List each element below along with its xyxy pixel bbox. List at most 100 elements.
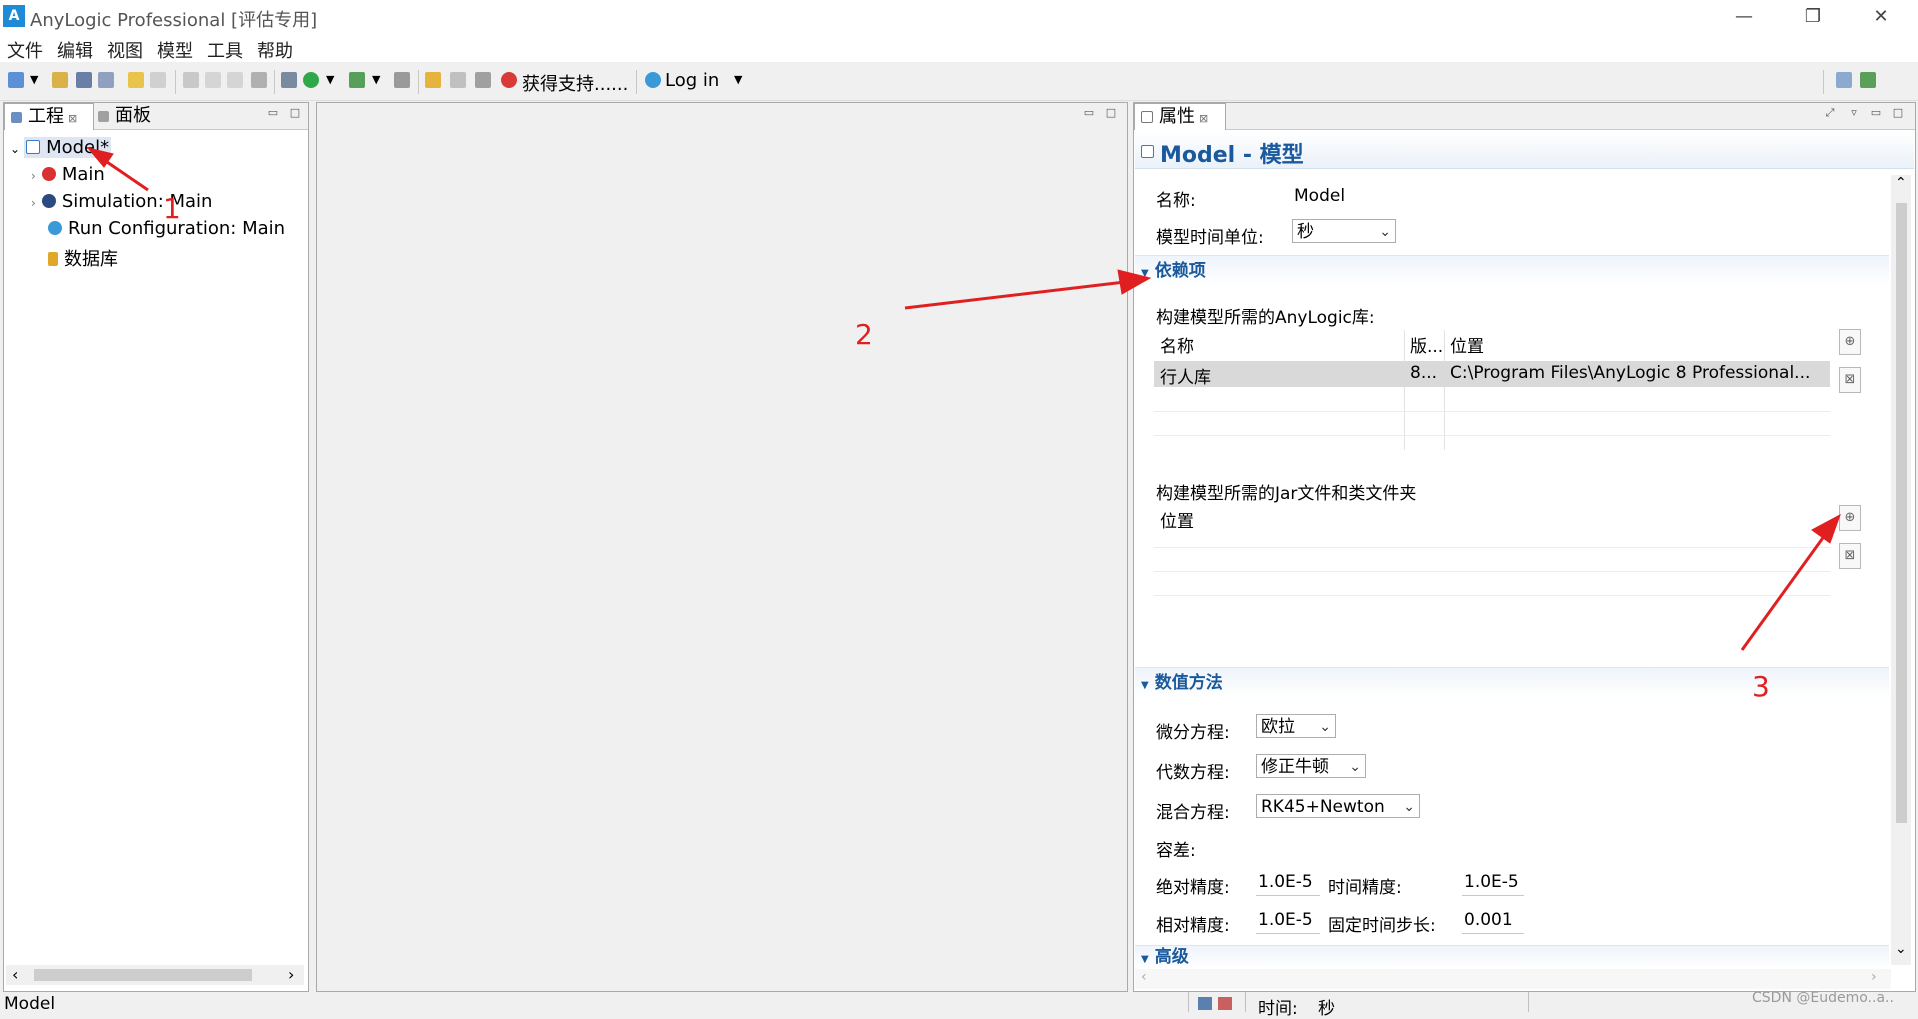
menu-view[interactable]: 视图 <box>107 37 143 63</box>
paste-icon[interactable] <box>227 72 243 88</box>
maximize-view-icon[interactable]: □ <box>1892 107 1904 119</box>
view-menu-icon[interactable]: ▿ <box>1848 107 1860 119</box>
login-button[interactable]: Log in <box>665 70 719 91</box>
perspective-model-icon[interactable] <box>1836 72 1852 88</box>
scroll-right-icon[interactable]: › <box>288 965 294 984</box>
diff-eq-select[interactable]: 欧拉 ⌄ <box>1256 714 1336 738</box>
export-icon[interactable] <box>425 72 441 88</box>
scrollbar-thumb[interactable] <box>1896 203 1907 823</box>
chevron-right-icon[interactable]: › <box>31 169 36 183</box>
open-icon[interactable] <box>52 72 68 88</box>
problems-icon[interactable] <box>1218 997 1232 1010</box>
undo-icon[interactable] <box>128 72 144 88</box>
close-tab-icon[interactable]: ⊠ <box>1199 112 1208 125</box>
column-header[interactable]: 位置 <box>1450 332 1484 357</box>
maximize-view-icon[interactable]: □ <box>289 107 301 119</box>
dependencies-section[interactable]: ▼ 依赖项 <box>1135 255 1889 286</box>
menu-edit[interactable]: 编辑 <box>57 37 93 63</box>
jar-table[interactable]: 位置 <box>1154 505 1830 627</box>
remove-library-button[interactable]: ⊠ <box>1839 367 1861 393</box>
redo-icon[interactable] <box>150 72 166 88</box>
menu-model[interactable]: 模型 <box>157 37 193 63</box>
close-button[interactable]: ✕ <box>1858 2 1904 32</box>
close-tab-icon[interactable]: ⊠ <box>68 112 77 125</box>
chevron-down-icon[interactable]: ⌄ <box>10 142 20 156</box>
time-unit-select[interactable]: 秒 ⌄ <box>1292 219 1396 243</box>
scroll-up-icon[interactable]: ⌃ <box>1895 175 1907 191</box>
alg-eq-select[interactable]: 修正牛顿 ⌄ <box>1256 754 1366 778</box>
remove-jar-button[interactable]: ⊠ <box>1839 543 1861 569</box>
advanced-section[interactable]: ▼ 高级 <box>1135 945 1889 968</box>
abs-accuracy-field[interactable]: 1.0E-5 <box>1256 869 1320 896</box>
publish-icon[interactable] <box>450 72 466 88</box>
tab-project[interactable]: 工程 ⊠ <box>4 103 94 130</box>
console-icon[interactable] <box>1198 997 1212 1010</box>
scroll-left-icon[interactable]: ‹ <box>12 965 18 984</box>
build-icon[interactable] <box>281 72 297 88</box>
save-icon[interactable] <box>76 72 92 88</box>
mixed-eq-select[interactable]: RK45+Newton ⌄ <box>1256 794 1420 818</box>
scroll-right-icon[interactable]: › <box>1871 969 1877 985</box>
minimize-button[interactable]: — <box>1721 2 1767 32</box>
restore-button[interactable]: ❐ <box>1790 2 1836 32</box>
support-icon <box>501 72 517 88</box>
column-header[interactable]: 版... <box>1410 332 1443 357</box>
add-jar-button[interactable]: ⊕ <box>1839 505 1861 531</box>
time-accuracy-field[interactable]: 1.0E-5 <box>1462 869 1524 896</box>
menu-tools[interactable]: 工具 <box>207 37 243 63</box>
libs-table[interactable]: 名称 版... 位置 行人库 8... C:\Program Files\Any… <box>1154 328 1830 453</box>
tree-item-simulation[interactable]: › Simulation: Main <box>31 191 212 212</box>
tab-palette[interactable]: 面板 <box>92 103 157 129</box>
status-selection: Model <box>4 994 56 1014</box>
tree-item-model[interactable]: ⌄ Model* <box>10 137 112 158</box>
menu-file[interactable]: 文件 <box>7 37 43 63</box>
maximize-view-icon[interactable]: □ <box>1105 107 1117 119</box>
debug-dropdown-icon[interactable]: ▼ <box>372 73 380 86</box>
scrollbar-thumb[interactable] <box>34 969 252 981</box>
stop-icon[interactable] <box>394 72 410 88</box>
time-accuracy-label: 时间精度: <box>1328 878 1402 898</box>
minimize-view-icon[interactable]: ▭ <box>1083 107 1095 119</box>
pin-view-icon[interactable]: ⤢ <box>1824 107 1836 119</box>
add-library-button[interactable]: ⊕ <box>1839 329 1861 355</box>
fixed-step-field[interactable]: 0.001 <box>1462 907 1524 934</box>
numerical-methods-section[interactable]: ▼ 数值方法 <box>1135 667 1889 698</box>
column-header[interactable]: 位置 <box>1160 507 1194 532</box>
collapse-icon[interactable]: ▼ <box>1141 268 1149 279</box>
upload-icon[interactable] <box>475 72 491 88</box>
run-dropdown-icon[interactable]: ▼ <box>326 73 334 86</box>
delete-icon[interactable] <box>251 72 267 88</box>
perspective-debug-icon[interactable] <box>1860 72 1876 88</box>
horizontal-scrollbar[interactable]: ‹ › <box>6 965 304 985</box>
tab-properties[interactable]: 属性 ⊠ <box>1134 103 1226 130</box>
collapse-icon[interactable]: ▼ <box>1141 954 1149 965</box>
scroll-down-icon[interactable]: ⌄ <box>1895 941 1907 957</box>
cut-icon[interactable] <box>183 72 199 88</box>
table-row[interactable]: 行人库 8... C:\Program Files\AnyLogic 8 Pro… <box>1154 361 1830 388</box>
new-icon[interactable] <box>8 72 24 88</box>
save-all-icon[interactable] <box>98 72 114 88</box>
tree-item-database[interactable]: 数据库 <box>48 245 118 271</box>
minimize-view-icon[interactable]: ▭ <box>1870 107 1882 119</box>
horizontal-scrollbar[interactable]: ‹ › <box>1135 969 1891 989</box>
annotation-label-2: 2 <box>855 318 873 351</box>
rel-accuracy-field[interactable]: 1.0E-5 <box>1256 907 1320 934</box>
vertical-scrollbar[interactable]: ⌃ ⌄ <box>1891 175 1911 965</box>
run-icon[interactable] <box>303 72 319 88</box>
copy-icon[interactable] <box>205 72 221 88</box>
debug-icon[interactable] <box>349 72 365 88</box>
section-title: 依赖项 <box>1154 261 1206 281</box>
jar-caption: 构建模型所需的Jar文件和类文件夹 <box>1156 484 1417 504</box>
minimize-view-icon[interactable]: ▭ <box>267 107 279 119</box>
chevron-right-icon[interactable]: › <box>31 196 36 210</box>
toolbar-separator <box>636 70 637 94</box>
menu-help[interactable]: 帮助 <box>257 37 293 63</box>
tree-item-main[interactable]: › Main <box>31 164 105 185</box>
new-dropdown-icon[interactable]: ▼ <box>30 73 38 86</box>
scroll-left-icon[interactable]: ‹ <box>1141 969 1147 985</box>
name-value[interactable]: Model <box>1294 186 1345 206</box>
collapse-icon[interactable]: ▼ <box>1141 680 1149 691</box>
column-header[interactable]: 名称 <box>1160 332 1194 357</box>
login-dropdown-icon[interactable]: ▼ <box>734 73 742 86</box>
support-link[interactable]: 获得支持...... <box>522 70 628 96</box>
